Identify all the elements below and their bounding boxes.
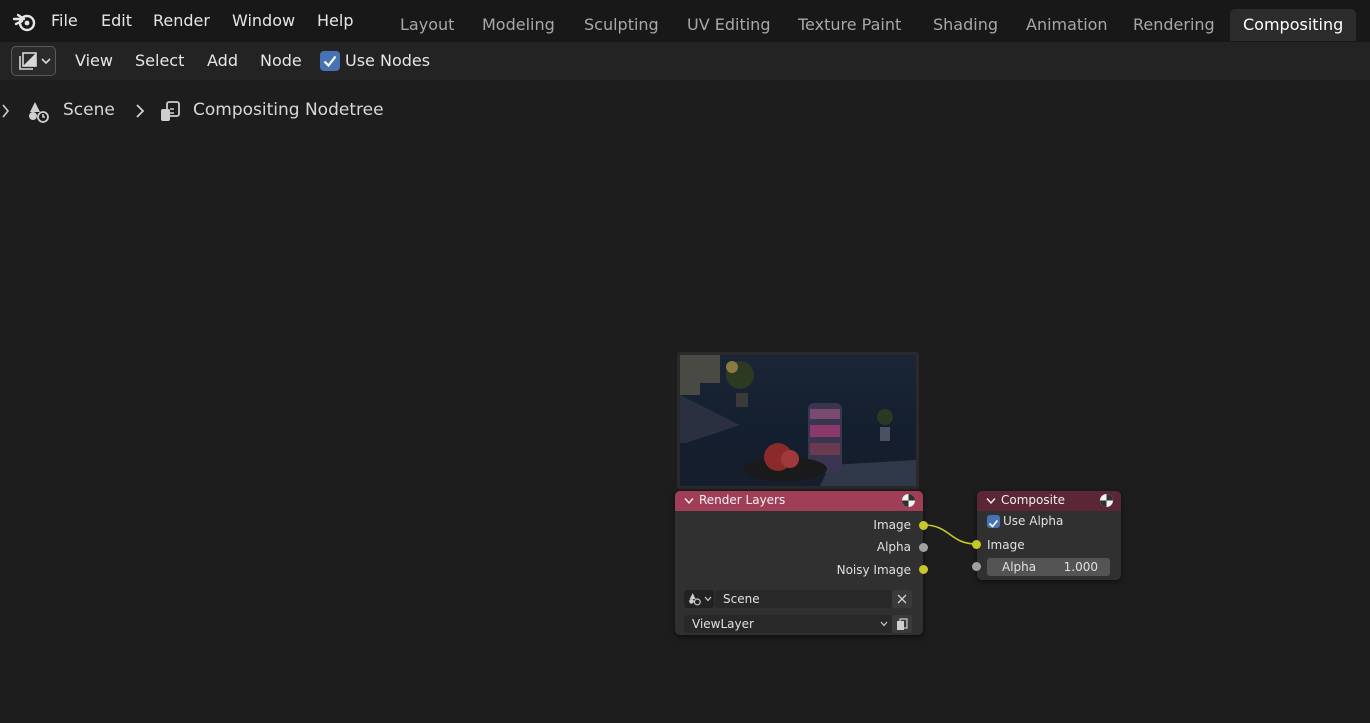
- use-alpha-checkbox[interactable]: [987, 515, 1000, 528]
- chevron-down-icon[interactable]: [986, 497, 996, 505]
- alpha-field-label: Alpha: [1002, 560, 1037, 574]
- clear-scene-button[interactable]: [892, 590, 912, 608]
- chevron-down-icon: [880, 621, 888, 627]
- chevron-down-icon[interactable]: [684, 497, 694, 505]
- render-layers-header[interactable]: Render Layers: [675, 491, 923, 511]
- input-alpha-socket[interactable]: [972, 562, 981, 571]
- output-image-socket[interactable]: [919, 521, 928, 530]
- composite-node[interactable]: Composite Use Alpha Image Alpha 1.000: [972, 491, 1121, 580]
- output-noisy-image-label: Noisy Image: [836, 563, 911, 577]
- scene-field[interactable]: Scene: [715, 590, 892, 608]
- output-noisy-image-socket[interactable]: [919, 565, 928, 574]
- input-image-socket[interactable]: [972, 540, 981, 549]
- composite-header[interactable]: Composite: [977, 491, 1121, 511]
- render-layers-node[interactable]: Render Layers Image Alpha Noisy Image Sc…: [675, 491, 928, 635]
- copy-icon: [897, 618, 908, 630]
- render-preview[interactable]: [677, 352, 919, 489]
- scene-type-dropdown[interactable]: [684, 590, 714, 608]
- render-preview-image: [680, 355, 916, 486]
- input-image-label: Image: [987, 538, 1025, 552]
- chevron-down-icon: [704, 596, 712, 602]
- render-sphere-icon[interactable]: [1099, 493, 1114, 508]
- alpha-field-value: 1.000: [1063, 560, 1098, 574]
- output-image-label: Image: [873, 518, 911, 532]
- scene-icon: [689, 593, 701, 606]
- view-layer-value: ViewLayer: [692, 617, 754, 631]
- render-layers-title: Render Layers: [699, 493, 786, 507]
- composite-title: Composite: [1001, 493, 1066, 507]
- view-layer-dropdown[interactable]: ViewLayer: [684, 615, 892, 633]
- render-sphere-icon[interactable]: [901, 493, 916, 508]
- close-icon: [897, 594, 907, 604]
- copy-view-layer-button[interactable]: [892, 615, 912, 633]
- alpha-value-field[interactable]: Alpha 1.000: [987, 558, 1110, 576]
- output-alpha-label: Alpha: [876, 540, 911, 554]
- checkmark-icon: [988, 519, 999, 528]
- use-alpha-label: Use Alpha: [1003, 514, 1064, 528]
- image-link-wire: [923, 524, 977, 545]
- output-alpha-socket[interactable]: [919, 543, 928, 552]
